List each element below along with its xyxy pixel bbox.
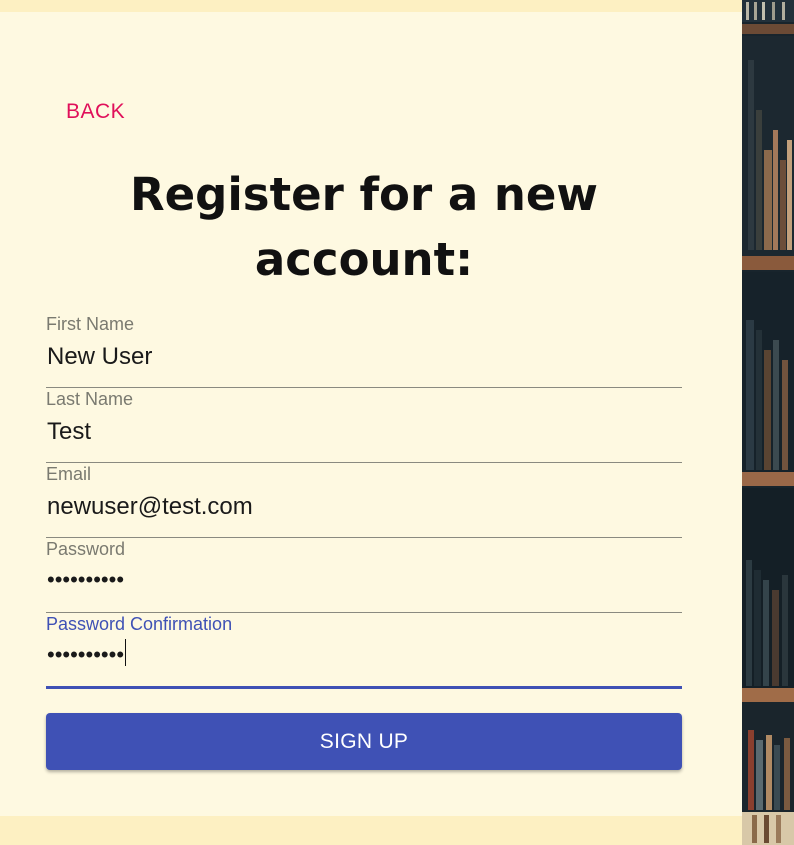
email-label: Email (46, 464, 92, 484)
last-name-input[interactable]: Test (47, 416, 91, 448)
first-name-label: First Name (46, 314, 135, 334)
password-confirmation-input[interactable]: •••••••••• (47, 639, 127, 671)
first-name-field[interactable]: First Name New User (46, 313, 682, 388)
email-field[interactable]: Email newuser@test.com (46, 463, 682, 538)
password-confirmation-underline (46, 686, 682, 689)
password-confirmation-field[interactable]: Password Confirmation •••••••••• (46, 613, 682, 689)
back-button[interactable]: BACK (66, 100, 125, 124)
last-name-label: Last Name (46, 389, 134, 409)
page: BACK Register for a new account: First N… (0, 0, 794, 845)
sign-up-button[interactable]: SIGN UP (46, 713, 682, 770)
last-name-field[interactable]: Last Name Test (46, 388, 682, 463)
bookshelf-photo-graphic (742, 0, 794, 845)
first-name-input[interactable]: New User (47, 341, 152, 373)
password-confirmation-label: Password Confirmation (46, 614, 233, 634)
email-input[interactable]: newuser@test.com (47, 491, 253, 523)
password-label: Password (46, 539, 126, 559)
bookshelf-photo (742, 0, 794, 845)
password-input[interactable]: •••••••••• (47, 564, 124, 596)
page-title: Register for a new account: (130, 168, 598, 286)
text-caret (125, 639, 127, 666)
password-confirmation-text: •••••••••• (47, 642, 125, 667)
password-field[interactable]: Password •••••••••• (46, 538, 682, 613)
